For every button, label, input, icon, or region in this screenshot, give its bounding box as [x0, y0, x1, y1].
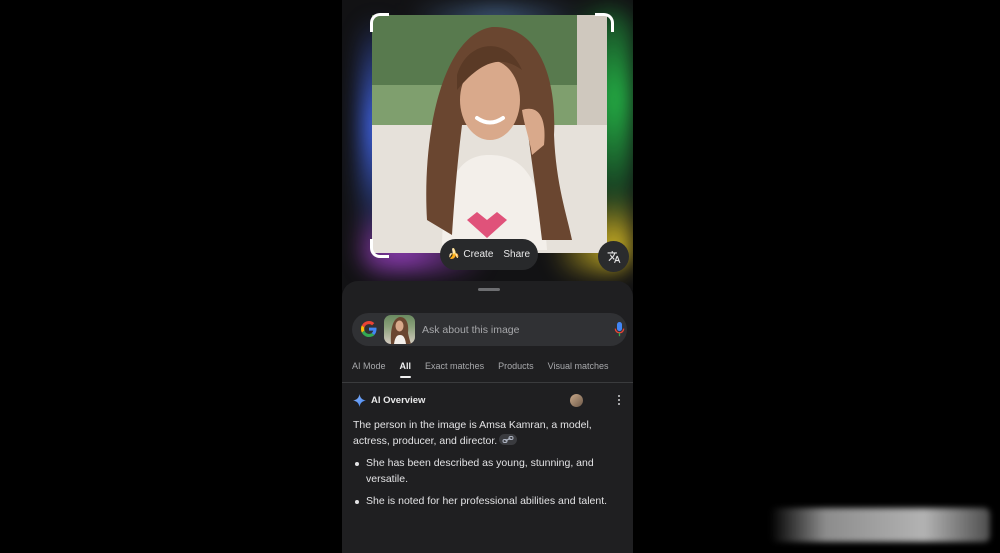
tab-visual-matches[interactable]: Visual matches — [548, 361, 609, 381]
photo-illustration — [372, 15, 607, 253]
create-button[interactable]: 🍌 Create — [448, 249, 493, 260]
image-actions-pill: 🍌 Create Share — [440, 239, 538, 270]
tabs-divider — [342, 382, 633, 383]
list-item: She is noted for her professional abilit… — [353, 494, 625, 510]
mic-icon[interactable] — [614, 322, 625, 337]
crop-corner-bottom-left[interactable] — [370, 239, 389, 258]
translate-button[interactable] — [598, 241, 629, 272]
overview-bullets: She has been described as young, stunnin… — [353, 456, 625, 510]
sparkle-icon — [353, 394, 366, 407]
overview-summary: The person in the image is Amsa Kamran, … — [353, 418, 625, 449]
more-options-icon[interactable] — [616, 393, 622, 407]
link-chip[interactable] — [499, 433, 518, 445]
phone-screen: 🍌 Create Share Ask about this image AI M… — [342, 0, 633, 553]
tab-ai-mode[interactable]: AI Mode — [352, 361, 386, 381]
thumbnail-illustration — [390, 317, 411, 344]
ai-overview-title: AI Overview — [371, 395, 426, 406]
translate-icon — [607, 250, 620, 263]
banana-icon: 🍌 — [447, 249, 461, 260]
tab-all[interactable]: All — [399, 361, 411, 381]
overview-summary-text: The person in the image is Amsa Kamran, … — [353, 419, 592, 447]
query-image-thumbnail[interactable] — [384, 315, 415, 344]
crop-corner-top-left[interactable] — [370, 13, 389, 32]
tab-exact-matches[interactable]: Exact matches — [425, 361, 484, 381]
share-button[interactable]: Share — [503, 249, 530, 260]
blurred-watermark — [770, 508, 990, 542]
ai-overview-header: AI Overview — [353, 394, 425, 407]
results-sheet: AI Mode All Exact matches Products Visua… — [342, 281, 633, 553]
sheet-drag-handle[interactable] — [478, 288, 500, 291]
avatar[interactable] — [570, 394, 583, 407]
create-label: Create — [463, 249, 494, 260]
search-bar[interactable] — [352, 313, 627, 346]
ai-overview-content: The person in the image is Amsa Kamran, … — [353, 418, 625, 517]
search-input[interactable] — [422, 313, 602, 346]
list-item: She has been described as young, stunnin… — [353, 456, 625, 487]
crop-corner-top-right[interactable] — [595, 13, 614, 32]
selected-photo[interactable] — [372, 15, 607, 253]
share-label: Share — [503, 249, 531, 260]
google-g-logo — [361, 321, 377, 337]
image-viewer: 🍌 Create Share — [342, 0, 633, 290]
tab-products[interactable]: Products — [498, 361, 534, 381]
link-icon — [502, 435, 514, 443]
result-tabs: AI Mode All Exact matches Products Visua… — [352, 361, 633, 381]
